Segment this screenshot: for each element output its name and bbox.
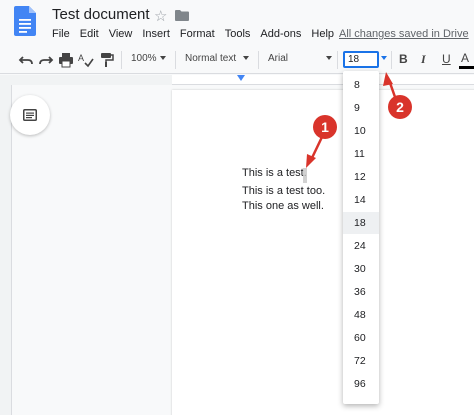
toolbar-divider <box>258 51 259 69</box>
zoom-chevron-down-icon[interactable] <box>160 56 166 60</box>
text-cursor <box>303 168 307 183</box>
font-size-option[interactable]: 72 <box>343 350 379 372</box>
menu-file[interactable]: File <box>52 28 70 40</box>
annotation-badge-2: 2 <box>388 95 412 119</box>
menu-tools[interactable]: Tools <box>225 28 251 40</box>
menu-bar: File Edit View Insert Format Tools Add-o… <box>52 28 344 40</box>
paragraph-style-select[interactable]: Normal text <box>185 53 236 64</box>
font-size-option[interactable]: 10 <box>343 120 379 142</box>
docs-logo-icon[interactable] <box>14 6 36 36</box>
toolbar-divider <box>391 51 392 69</box>
font-size-option[interactable]: 36 <box>343 281 379 303</box>
menu-edit[interactable]: Edit <box>80 28 99 40</box>
font-size-option[interactable]: 24 <box>343 235 379 257</box>
font-size-dropdown: 8 9 10 11 12 14 18 24 30 36 48 60 72 96 <box>343 71 379 404</box>
font-chevron-down-icon[interactable] <box>326 56 332 60</box>
print-icon[interactable] <box>58 52 74 68</box>
toolbar-divider <box>121 51 122 69</box>
font-size-option[interactable]: 9 <box>343 97 379 119</box>
document-outline-button[interactable] <box>10 95 50 135</box>
annotation-badge-1: 1 <box>313 115 337 139</box>
underline-button[interactable]: U <box>442 52 451 66</box>
menu-addons[interactable]: Add-ons <box>260 28 301 40</box>
menu-help[interactable]: Help <box>311 28 334 40</box>
style-chevron-down-icon[interactable] <box>243 56 249 60</box>
font-size-option[interactable]: 96 <box>343 373 379 395</box>
text-color-button[interactable]: A <box>461 51 469 65</box>
undo-icon[interactable] <box>18 52 34 68</box>
toolbar-divider <box>175 51 176 69</box>
document-line[interactable]: This is a test too. <box>242 185 325 197</box>
document-title[interactable]: Test document <box>52 6 150 23</box>
spellcheck-icon[interactable]: A <box>78 52 94 68</box>
zoom-select[interactable]: 100% <box>131 53 157 64</box>
vertical-ruler[interactable] <box>0 85 12 415</box>
font-size-option[interactable]: 12 <box>343 166 379 188</box>
bold-button[interactable]: B <box>399 52 408 66</box>
horizontal-ruler[interactable] <box>172 75 474 85</box>
font-size-option[interactable]: 60 <box>343 327 379 349</box>
menu-view[interactable]: View <box>109 28 133 40</box>
font-size-option[interactable]: 8 <box>343 74 379 96</box>
star-icon[interactable]: ☆ <box>154 7 167 25</box>
menu-format[interactable]: Format <box>180 28 215 40</box>
paint-format-icon[interactable] <box>98 52 114 68</box>
font-size-input[interactable]: 18 <box>343 51 379 68</box>
font-size-option[interactable]: 11 <box>343 143 379 165</box>
font-size-option-selected[interactable]: 18 <box>343 212 379 234</box>
font-size-option[interactable]: 30 <box>343 258 379 280</box>
font-size-option[interactable]: 48 <box>343 304 379 326</box>
font-select[interactable]: Arial <box>268 53 288 64</box>
font-size-chevron-down-icon[interactable] <box>381 56 387 60</box>
outline-icon <box>23 109 37 121</box>
svg-text:A: A <box>78 53 84 63</box>
indent-marker-icon[interactable] <box>237 75 245 81</box>
font-size-option[interactable]: 14 <box>343 189 379 211</box>
menu-insert[interactable]: Insert <box>142 28 170 40</box>
document-line[interactable]: This one as well. <box>242 200 324 212</box>
document-line[interactable]: This is a test. <box>242 167 307 179</box>
google-docs-window: Test document ☆ File Edit View Insert Fo… <box>0 0 474 415</box>
folder-icon[interactable] <box>175 10 189 21</box>
ruler-margin <box>0 75 172 85</box>
italic-button[interactable]: I <box>421 52 426 67</box>
save-status-link[interactable]: All changes saved in Drive <box>339 28 469 40</box>
text-color-swatch <box>459 66 474 69</box>
toolbar-divider <box>337 51 338 69</box>
redo-icon[interactable] <box>38 52 54 68</box>
